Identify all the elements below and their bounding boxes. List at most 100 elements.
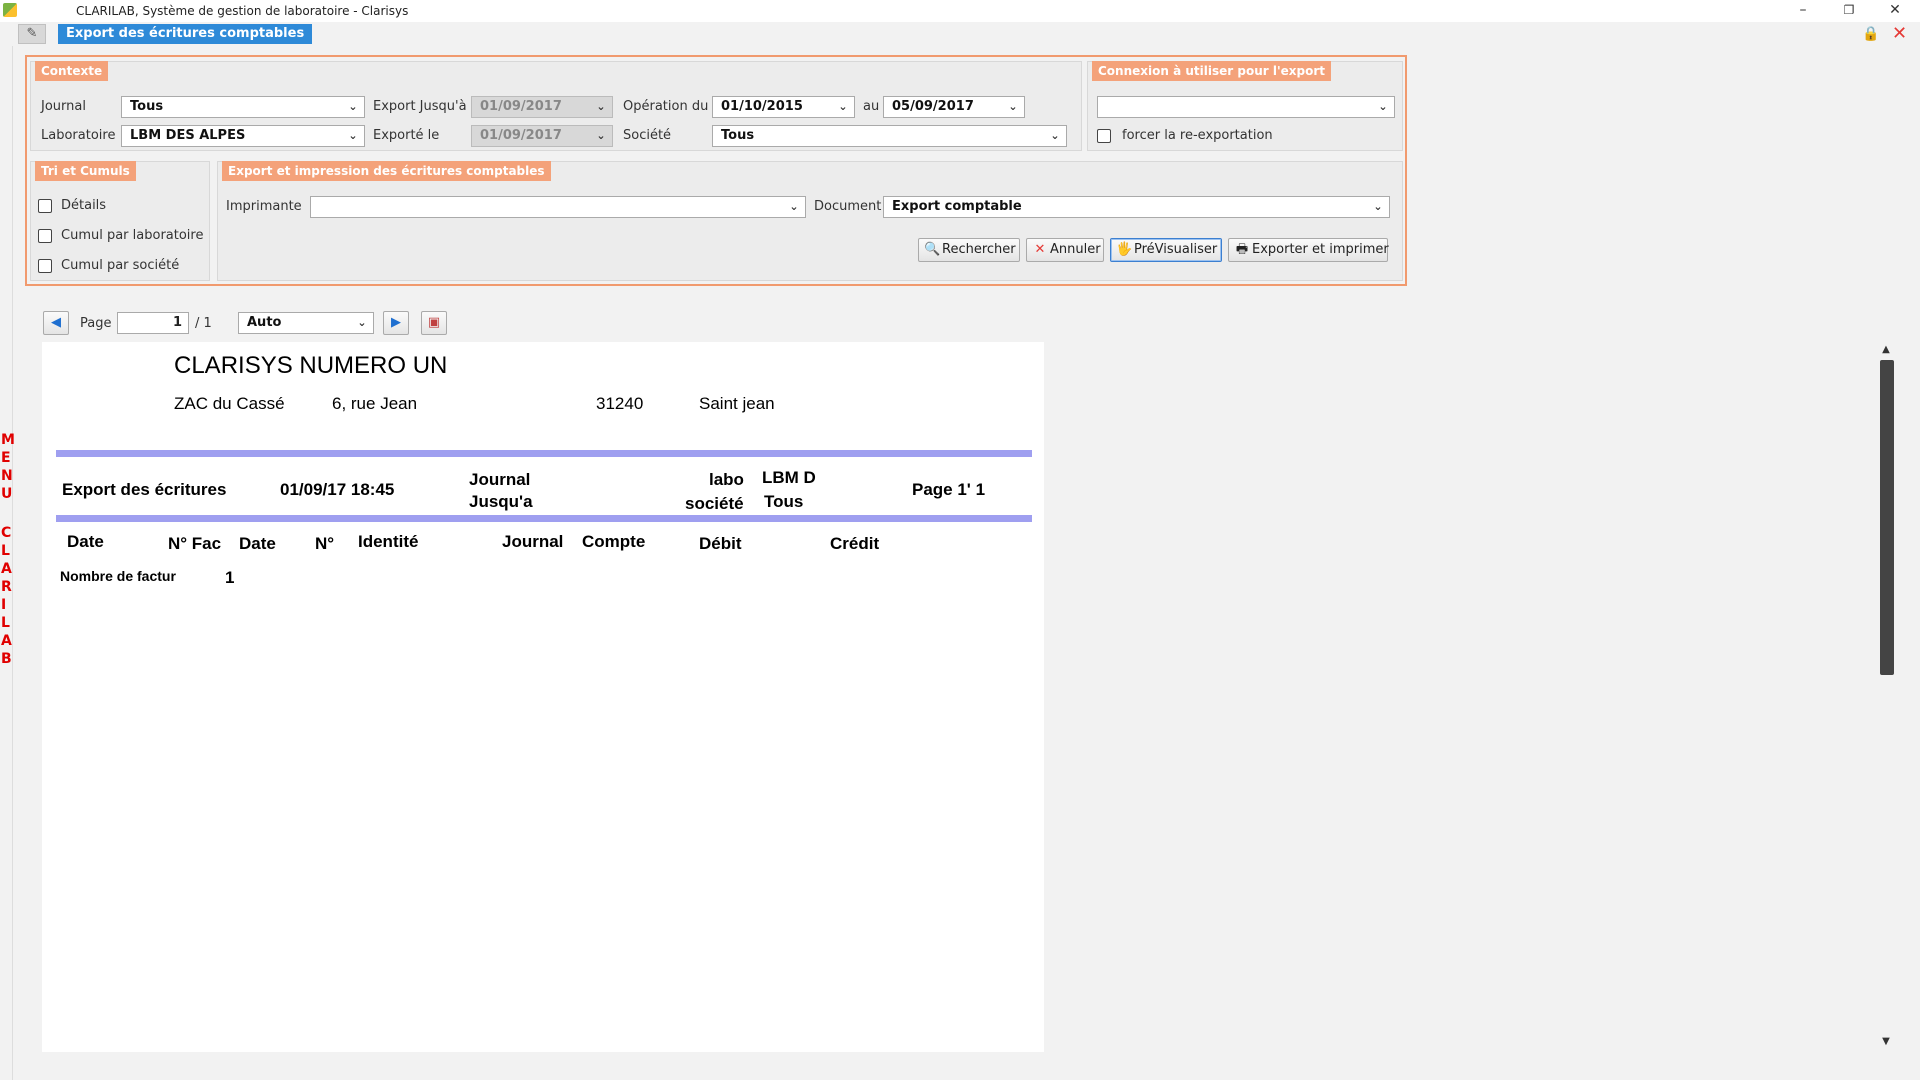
chevron-down-icon: ⌄ [348,100,358,113]
journal-label: Journal [41,99,86,114]
report-societe-label: société [685,494,744,513]
document-select[interactable]: Export comptable ⌄ [883,196,1390,218]
scrollbar-thumb[interactable] [1880,360,1894,675]
tab-export-ecritures[interactable]: Export des écritures comptables [58,24,313,44]
exporte-le-date: 01/09/2017 ⌄ [471,125,613,147]
cumul-labo-label: Cumul par laboratoire [61,228,204,243]
export-impression-title: Export et impression des écritures compt… [222,161,551,181]
side-menu-letter: B [1,651,12,667]
report-societe-value: Tous [764,492,804,511]
close-window-button[interactable]: ✕ [1880,0,1910,22]
operation-du-date[interactable]: 01/10/2015 ⌄ [712,96,855,118]
preview-icon: 🖐 [1116,242,1133,257]
side-menu-letter: N [1,468,13,484]
title-bar: CLARILAB, Système de gestion de laborato… [0,0,1920,22]
minimize-button[interactable]: – [1788,0,1818,22]
export-jusqua-label: Export Jusqu'à [373,99,467,114]
scroll-down-icon[interactable]: ▼ [1878,1036,1894,1050]
report-city: Saint jean [699,394,775,413]
laboratoire-label: Laboratoire [41,128,116,143]
fit-page-icon[interactable]: ▣ [421,311,447,335]
rechercher-button[interactable]: 🔍 Rechercher [918,238,1020,262]
chevron-down-icon: ⌄ [1378,100,1388,113]
side-menu-letter: C [1,525,12,541]
document-label: Document [814,199,882,214]
au-date[interactable]: 05/09/2017 ⌄ [883,96,1025,118]
report-col-header: Identité [358,532,419,551]
close-tab-icon[interactable]: ✕ [1892,23,1907,44]
chevron-down-icon: ⌄ [596,100,606,113]
chevron-down-icon: ⌄ [348,129,358,142]
cancel-icon: ✕ [1034,242,1046,257]
side-menu-letter: A [1,561,12,577]
side-menu-letter: M [1,432,15,448]
contexte-title: Contexte [35,61,109,81]
operation-du-label: Opération du [623,99,709,114]
connexion-group: Connexion à utiliser pour l'export ⌄ for… [1087,61,1403,151]
connexion-select[interactable]: ⌄ [1097,96,1395,118]
chevron-down-icon: ⌄ [357,316,367,329]
app-icon [3,3,17,17]
previous-page-button[interactable]: ◀ [43,311,69,335]
export-impression-group: Export et impression des écritures compt… [217,161,1403,281]
report-col-header: Débit [699,534,742,553]
chevron-down-icon: ⌄ [1373,200,1383,213]
side-menu-letter: L [1,543,10,559]
laboratoire-select[interactable]: LBM DES ALPES ⌄ [121,125,365,147]
details-checkbox[interactable] [38,199,52,213]
cumul-labo-checkbox[interactable] [38,229,52,243]
details-label: Détails [61,198,107,213]
forcer-reexport-checkbox[interactable] [1097,129,1111,143]
societe-select[interactable]: Tous ⌄ [712,125,1067,147]
lock-icon[interactable]: 🔒 [1862,26,1879,42]
chevron-down-icon: ⌄ [596,129,606,142]
report-jusqua-label: Jusqu'a [469,492,533,511]
page-input[interactable]: 1 [117,312,189,334]
next-page-button[interactable]: ▶ [383,311,409,335]
side-menu-letter: R [1,579,12,595]
au-label: au [863,99,880,114]
chevron-down-icon: ⌄ [838,100,848,113]
report-address1: ZAC du Cassé [174,394,285,413]
side-menu-letter: A [1,633,12,649]
exporter-imprimer-button[interactable]: 🖶 Exporter et imprimer [1228,238,1389,262]
report-preview: CLARISYS NUMERO UN ZAC du Cassé 6, rue J… [42,342,1044,1052]
report-postcode: 31240 [596,394,644,413]
printer-icon: 🖶 [1235,242,1249,257]
previsualiser-button[interactable]: 🖐 PréVisualiser [1110,238,1222,262]
page-total: / 1 [195,316,212,331]
export-jusqua-date: 01/09/2017 ⌄ [471,96,613,118]
page-label: Page [80,316,112,331]
restore-button[interactable]: ❐ [1834,0,1864,22]
chevron-down-icon: ⌄ [1050,129,1060,142]
export-form-panel: Contexte Journal Tous ⌄ Laboratoire LBM D… [25,55,1407,286]
window-title: CLARILAB, Système de gestion de laborato… [76,4,409,18]
report-separator [56,450,1032,457]
cumul-societe-checkbox[interactable] [38,259,52,273]
report-labo-value: LBM D [762,468,816,487]
imprimante-select[interactable]: ⌄ [310,196,806,218]
report-col-header: N° [315,534,335,553]
forcer-reexport-label: forcer la re-exportation [1122,128,1273,143]
chevron-down-icon: ⌄ [789,200,799,213]
report-journal-label: Journal [469,470,531,489]
report-col-header: Date [67,532,104,551]
side-menu-letter: L [1,615,10,631]
journal-select[interactable]: Tous ⌄ [121,96,365,118]
cumul-societe-label: Cumul par société [61,258,180,273]
eraser-icon[interactable]: ✎ [18,24,46,44]
scroll-up-icon[interactable]: ▲ [1878,344,1894,358]
side-menu-letter: I [1,597,7,613]
side-menu[interactable]: M E N U C L A R I L A B [0,46,15,1080]
report-company: CLARISYS NUMERO UN [174,352,448,379]
report-col-header: Compte [582,532,646,551]
chevron-down-icon: ⌄ [1008,100,1018,113]
societe-label: Société [623,128,672,143]
tri-cumuls-group: Tri et Cumuls Détails Cumul par laborato… [30,161,210,281]
report-col-header: Crédit [830,534,880,553]
annuler-button[interactable]: ✕ Annuler [1026,238,1104,262]
report-address2: 6, rue Jean [332,394,418,413]
report-col-header: N° Fac [168,534,222,553]
imprimante-label: Imprimante [226,199,302,214]
zoom-select[interactable]: Auto ⌄ [238,312,374,334]
